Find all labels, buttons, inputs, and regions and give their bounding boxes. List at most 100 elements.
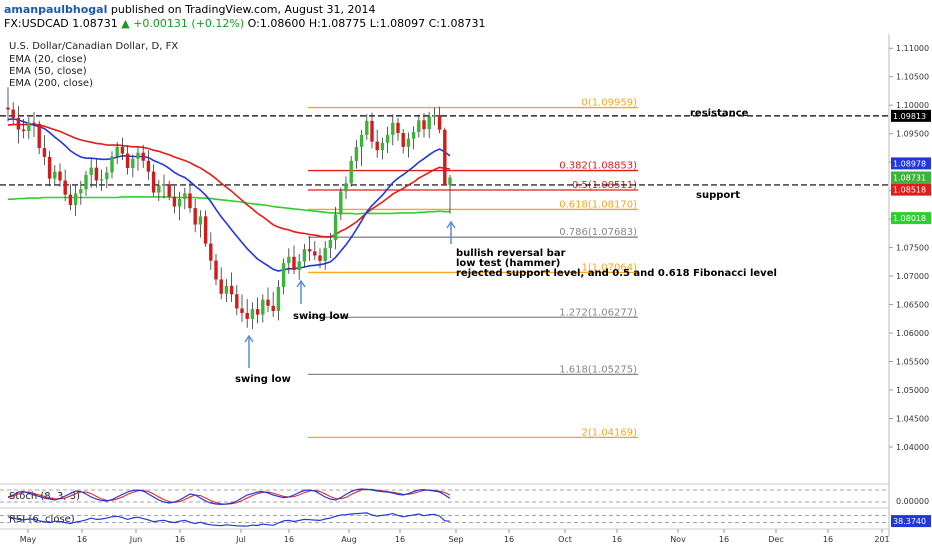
fib-level-label: 1.272(1.06277)	[559, 307, 637, 318]
time-tick-label: Sep	[448, 535, 463, 544]
price-tick-label: 1.11000	[896, 44, 929, 53]
candle-body	[105, 172, 109, 180]
candle-body	[375, 141, 379, 151]
candle-body	[359, 134, 364, 147]
time-tick-label: Aug	[341, 535, 357, 544]
note-rejected-support: rejected support level, and 0.5 and 0.61…	[456, 268, 777, 279]
time-tick-label: Jul	[235, 535, 246, 544]
candle-body	[292, 256, 296, 270]
candle-body	[422, 120, 426, 130]
candle-body	[63, 180, 67, 195]
fib-level-label: 0.786(1.07683)	[559, 227, 637, 238]
time-tick-label: 16	[395, 535, 405, 544]
chart-background	[0, 34, 932, 550]
price-label: 1.08731	[891, 171, 931, 184]
candle-body	[396, 122, 400, 133]
chart-area[interactable]: 0(1.09959)0.382(1.08853)0.5(1.08511)0.61…	[0, 34, 932, 550]
time-tick-label: 16	[612, 535, 622, 544]
author-link[interactable]: amanpaulbhogal	[4, 3, 107, 16]
price-label: 1.08978	[891, 157, 931, 170]
candle-body	[391, 122, 395, 135]
candle-body	[443, 129, 447, 185]
time-tick-label: 16	[175, 535, 185, 544]
chart-header: amanpaulbhogal published on TradingView.…	[0, 0, 932, 34]
candle-body	[193, 208, 197, 225]
fib-level-label: 0.382(1.08853)	[559, 161, 637, 172]
candle-body	[11, 109, 15, 118]
last-price: 1.08731	[72, 17, 118, 30]
candle-body	[58, 171, 62, 181]
candle-body	[245, 312, 249, 319]
candle-body	[411, 132, 416, 139]
swing-low-label-2: swing low	[293, 311, 349, 322]
candle-body	[261, 299, 265, 315]
time-tick-label: Jun	[129, 535, 143, 544]
candle-body	[266, 299, 270, 306]
swing-low-label-1: swing low	[235, 374, 291, 385]
time-tick-label: Oct	[558, 535, 572, 544]
legend-title: U.S. Dollar/Canadian Dollar, D, FX	[9, 41, 178, 52]
candle-body	[120, 146, 125, 154]
fib-level-label: 1.618(1.05275)	[559, 364, 637, 375]
legend-ema200: EMA (200, close)	[9, 78, 93, 89]
price-label: 1.08518	[891, 183, 931, 196]
candle-body	[94, 167, 99, 181]
candle-body	[183, 193, 187, 199]
time-tick-label: 16	[823, 535, 833, 544]
candle-body	[339, 191, 343, 215]
rsi-value-text: 38.3740	[893, 517, 926, 526]
close-value: C:1.08731	[428, 17, 486, 30]
candle-body	[172, 196, 177, 207]
fib-level-label: 0.618(1.08170)	[559, 199, 637, 210]
candle-body	[370, 120, 374, 142]
candle-body	[151, 171, 156, 193]
price-tick-label: 1.06000	[896, 329, 929, 338]
resistance-label: resistance	[690, 108, 749, 119]
candle-body	[141, 152, 145, 161]
publish-line: amanpaulbhogal published on TradingView.…	[4, 3, 375, 16]
candle-body	[53, 171, 57, 179]
candle-body	[287, 256, 291, 264]
candle-body	[255, 309, 260, 315]
price-label-text: 1.08018	[893, 214, 926, 223]
candle	[443, 127, 447, 185]
candle-body	[271, 305, 275, 312]
candle-body	[131, 158, 135, 169]
candle-body	[281, 263, 286, 288]
candle-body	[47, 156, 52, 179]
published-text: published on TradingView.com, August 31,…	[110, 3, 376, 16]
candle-body	[318, 255, 322, 261]
candle-body	[177, 198, 182, 207]
price-tick-label: 1.04000	[896, 443, 929, 452]
candle-body	[427, 116, 431, 130]
candle-body	[214, 260, 218, 280]
candle-body	[333, 214, 338, 241]
candle-body	[276, 287, 281, 312]
candle-body	[115, 146, 119, 157]
candle-body	[32, 122, 36, 124]
time-tick-label: 201	[874, 535, 889, 544]
candle-body	[380, 142, 385, 151]
high-value: H:1.08775	[308, 17, 367, 30]
candle-body	[313, 251, 317, 256]
time-tick-label: Nov	[670, 535, 686, 544]
price-label-text: 1.09813	[893, 112, 926, 121]
candle-body	[203, 216, 208, 244]
candle-body	[401, 133, 405, 147]
candle-body	[365, 120, 369, 135]
price-change: ▲ +0.00131 (+0.12%)	[121, 17, 245, 30]
price-tick-label: 1.07500	[896, 244, 929, 253]
open-value: O:1.08600	[247, 17, 306, 30]
candle-body	[250, 309, 255, 319]
price-tick-label: 1.05500	[896, 358, 929, 367]
candle-body	[125, 153, 130, 169]
quote-line: FX:USDCAD 1.08731 ▲ +0.00131 (+0.12%) O:…	[4, 17, 486, 30]
price-tick-label: 1.06500	[896, 301, 929, 310]
candle-body	[16, 117, 21, 130]
price-tick-label: 1.10500	[896, 73, 929, 82]
price-tick-label: 1.05000	[896, 386, 929, 395]
candle-body	[302, 249, 307, 262]
price-label: 1.09813	[891, 109, 931, 122]
legend-ema50: EMA (50, close)	[9, 66, 87, 77]
price-tick-label: 1.04500	[896, 414, 929, 423]
